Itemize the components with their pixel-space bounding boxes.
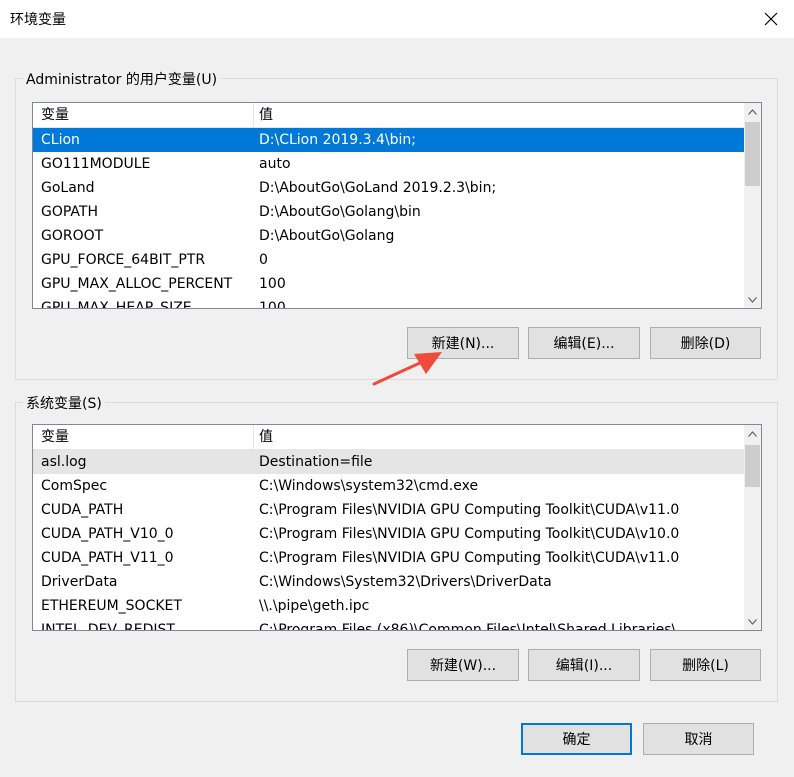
user-delete-button[interactable]: 删除(D)	[650, 327, 761, 359]
column-header-value[interactable]: 值	[253, 425, 653, 449]
variable-name: DriverData	[41, 574, 118, 590]
table-row[interactable]: CUDA_PATH C:\Program Files\NVIDIA GPU Com…	[33, 498, 744, 522]
variable-value: auto	[259, 156, 291, 172]
user-vars-list[interactable]: 变量 值 CLion D:\CLion 2019.3.4\bin; GO111MOD…	[32, 102, 762, 309]
variable-name: CUDA_PATH	[41, 502, 124, 518]
variable-value: C:\Program Files\NVIDIA GPU Computing To…	[259, 502, 680, 518]
system-vars-header: 变量 值	[33, 425, 744, 450]
variable-name: GoLand	[41, 180, 95, 196]
table-row[interactable]: CUDA_PATH_V10_0 C:\Program Files\NVIDIA G…	[33, 522, 744, 546]
system-delete-button[interactable]: 删除(L)	[650, 649, 761, 681]
column-header-value[interactable]: 值	[253, 103, 653, 127]
scroll-down-button[interactable]	[744, 613, 761, 630]
variable-value: C:\Windows\system32\cmd.exe	[259, 478, 479, 494]
chevron-up-icon	[748, 430, 757, 437]
variable-value: Destination=file	[259, 454, 373, 470]
scroll-up-button[interactable]	[744, 103, 761, 120]
chevron-down-icon	[748, 296, 757, 303]
scroll-thumb[interactable]	[745, 122, 760, 186]
table-row[interactable]: CLion D:\CLion 2019.3.4\bin;	[33, 128, 744, 152]
column-header-name[interactable]: 变量	[35, 103, 253, 127]
variable-name: CUDA_PATH_V11_0	[41, 550, 174, 566]
variable-value: 100	[259, 276, 286, 292]
variable-value: C:\Windows\System32\Drivers\DriverData	[259, 574, 552, 590]
variable-value: D:\AboutGo\Golang	[259, 228, 395, 244]
system-vars-list[interactable]: 变量 值 asl.log Destination=file ComSpec C:\Wi…	[32, 424, 762, 631]
variable-value: C:\Program Files (x86)\Common Files\Inte…	[259, 622, 677, 630]
user-vars-header: 变量 值	[33, 103, 744, 128]
window-title: 环境变量	[10, 12, 66, 28]
table-row[interactable]: ComSpec C:\Windows\system32\cmd.exe	[33, 474, 744, 498]
table-row[interactable]: GPU_MAX_HEAP_SIZE 100	[33, 296, 744, 308]
ok-button[interactable]: 确定	[521, 723, 632, 755]
table-row[interactable]: CUDA_PATH_V11_0 C:\Program Files\NVIDIA G…	[33, 546, 744, 570]
variable-name: GPU_FORCE_64BIT_PTR	[41, 252, 206, 268]
table-row[interactable]: GO111MODULE auto	[33, 152, 744, 176]
table-row[interactable]: GOPATH D:\AboutGo\Golang\bin	[33, 200, 744, 224]
close-button[interactable]	[748, 0, 794, 38]
system-vars-scrollbar[interactable]	[744, 425, 761, 630]
table-row[interactable]: GPU_MAX_ALLOC_PERCENT 100	[33, 272, 744, 296]
system-vars-label: 系统变量(S)	[23, 393, 105, 413]
variable-name: ETHEREUM_SOCKET	[41, 598, 182, 614]
variable-value: \\.\pipe\geth.ipc	[259, 598, 370, 614]
user-vars-label: Administrator 的用户变量(U)	[23, 69, 221, 89]
column-header-name[interactable]: 变量	[35, 425, 253, 449]
system-new-button[interactable]: 新建(W)...	[407, 649, 519, 681]
variable-value: C:\Program Files\NVIDIA GPU Computing To…	[259, 550, 680, 566]
table-row[interactable]: asl.log Destination=file	[33, 450, 744, 474]
title-bar: 环境变量	[0, 0, 794, 38]
variable-name: INTEL_DEV_REDIST	[41, 622, 175, 630]
variable-name: GO111MODULE	[41, 156, 151, 172]
variable-name: asl.log	[41, 454, 87, 470]
scroll-thumb[interactable]	[745, 445, 760, 487]
variable-name: CUDA_PATH_V10_0	[41, 526, 174, 542]
variable-name: CLion	[41, 132, 80, 148]
variable-name: GOROOT	[41, 228, 104, 244]
cancel-button[interactable]: 取消	[643, 723, 754, 755]
user-edit-button[interactable]: 编辑(E)...	[528, 327, 640, 359]
scroll-up-button[interactable]	[744, 425, 761, 442]
variable-value: C:\Program Files\NVIDIA GPU Computing To…	[259, 526, 680, 542]
variable-value: 100	[259, 300, 286, 308]
variable-name: ComSpec	[41, 478, 108, 494]
variable-name: GOPATH	[41, 204, 98, 220]
variable-value: D:\CLion 2019.3.4\bin;	[259, 132, 416, 148]
user-vars-scrollbar[interactable]	[744, 103, 761, 308]
table-row[interactable]: INTEL_DEV_REDIST C:\Program Files (x86)\C…	[33, 618, 744, 630]
table-row[interactable]: GPU_FORCE_64BIT_PTR 0	[33, 248, 744, 272]
variable-name: GPU_MAX_ALLOC_PERCENT	[41, 276, 233, 292]
close-icon	[764, 12, 778, 26]
variable-value: 0	[259, 252, 268, 268]
variable-value: D:\AboutGo\Golang\bin	[259, 204, 421, 220]
table-row[interactable]: GOROOT D:\AboutGo\Golang	[33, 224, 744, 248]
annotation-arrow-icon	[372, 352, 442, 386]
system-vars-rows: asl.log Destination=file ComSpec C:\Windows…	[33, 450, 744, 630]
user-vars-rows: CLion D:\CLion 2019.3.4\bin; GO111MODULE au…	[33, 128, 744, 308]
table-row[interactable]: GoLand D:\AboutGo\GoLand 2019.2.3\bin;	[33, 176, 744, 200]
table-row[interactable]: DriverData C:\Windows\System32\Drivers\Dr…	[33, 570, 744, 594]
table-row[interactable]: ETHEREUM_SOCKET \\.\pipe\geth.ipc	[33, 594, 744, 618]
chevron-up-icon	[748, 108, 757, 115]
variable-value: D:\AboutGo\GoLand 2019.2.3\bin;	[259, 180, 497, 196]
variable-name: GPU_MAX_HEAP_SIZE	[41, 300, 192, 308]
chevron-down-icon	[748, 618, 757, 625]
scroll-down-button[interactable]	[744, 291, 761, 308]
system-edit-button[interactable]: 编辑(I)...	[528, 649, 640, 681]
